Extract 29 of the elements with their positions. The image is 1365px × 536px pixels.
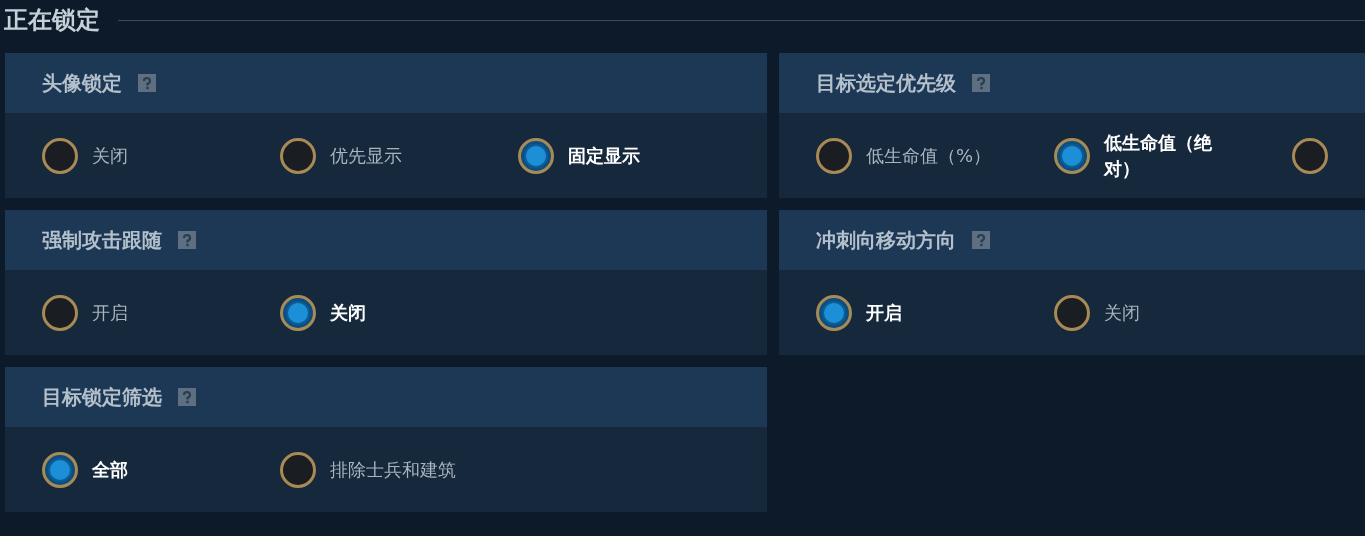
option-label: 关闭 xyxy=(1104,300,1140,325)
radio-button[interactable] xyxy=(816,294,852,331)
section-title: 正在锁定 xyxy=(4,5,100,36)
option-label: 优先显示 xyxy=(330,143,402,168)
radio-button[interactable] xyxy=(1292,137,1328,174)
option-label: 开启 xyxy=(92,300,128,325)
card-title: 头像锁定 xyxy=(42,70,122,97)
card-title: 冲刺向移动方向 xyxy=(816,227,956,254)
option-label: 低生命值（%） xyxy=(866,143,992,168)
radio-button[interactable] xyxy=(42,294,78,331)
radio-button[interactable] xyxy=(518,137,554,174)
radio-button[interactable] xyxy=(280,451,316,488)
option-label: 开启 xyxy=(866,300,902,325)
option-label: 固定显示 xyxy=(568,143,640,168)
card-title: 目标选定优先级 xyxy=(816,70,956,97)
option-label: 排除士兵和建筑 xyxy=(330,457,456,482)
radio-button[interactable] xyxy=(1054,137,1090,174)
radio-button[interactable] xyxy=(42,137,78,174)
radio-button[interactable] xyxy=(42,451,78,488)
radio-button[interactable] xyxy=(280,137,316,174)
option-label: 低生命值（绝对） xyxy=(1104,130,1213,181)
radio-button[interactable] xyxy=(1054,294,1090,331)
radio-button[interactable] xyxy=(816,137,852,174)
card-title: 目标锁定筛选 xyxy=(42,384,162,411)
card-title: 强制攻击跟随 xyxy=(42,227,162,254)
option-label: 全部 xyxy=(92,457,128,482)
radio-button[interactable] xyxy=(280,294,316,331)
option-label: 关闭 xyxy=(92,143,128,168)
option-label: 关闭 xyxy=(330,300,366,325)
